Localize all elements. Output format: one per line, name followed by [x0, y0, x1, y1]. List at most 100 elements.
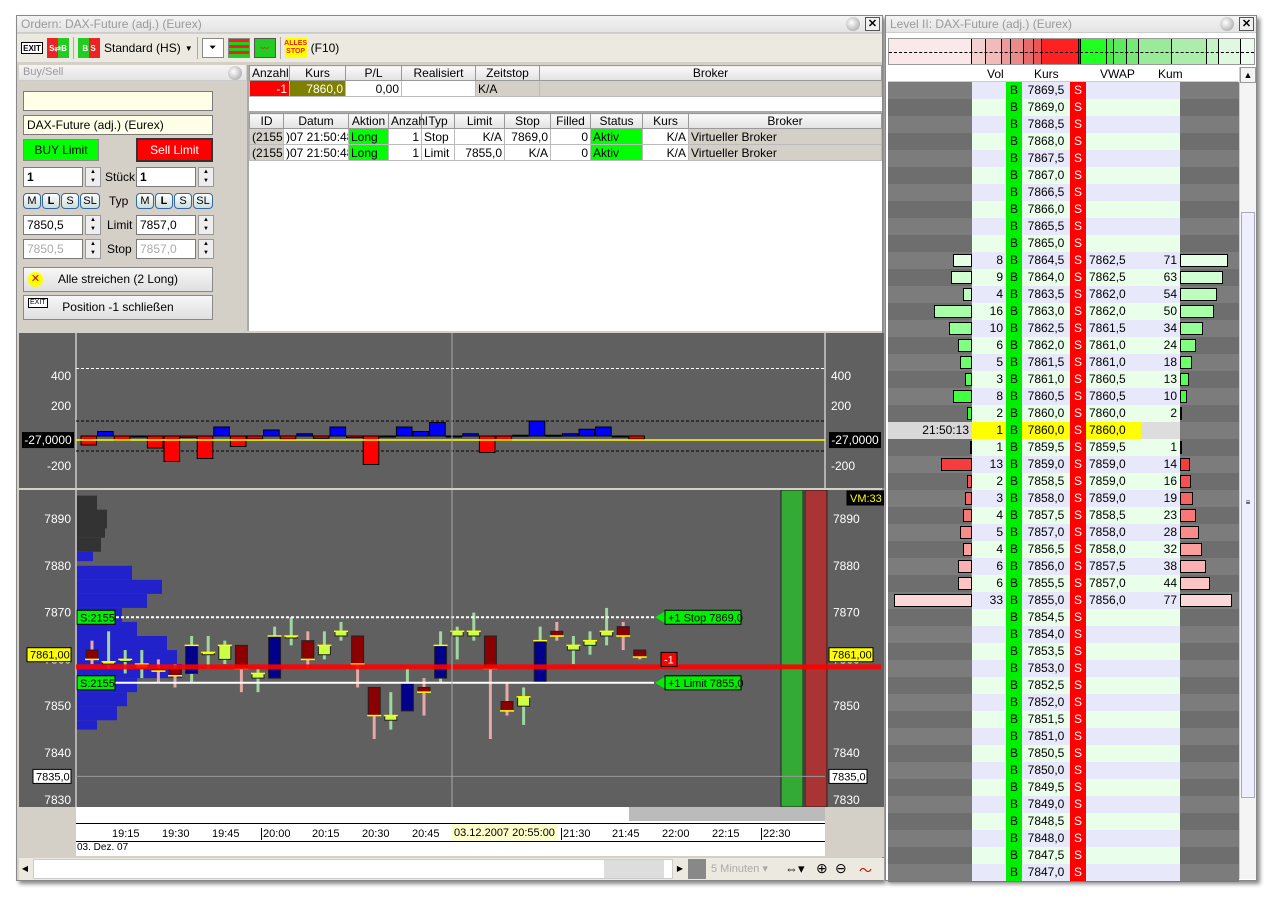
level2-row[interactable]: B 7867,5 S	[888, 150, 1239, 167]
sell-button[interactable]: S	[1070, 269, 1086, 286]
level2-row[interactable]: 21:50:13 1 B 7860,0 S 7860,0	[888, 422, 1239, 439]
sell-button[interactable]: S	[1070, 439, 1086, 456]
orders-col-id[interactable]: ID	[249, 113, 284, 129]
sell-button[interactable]: S	[1070, 830, 1086, 847]
buy-button[interactable]: B	[1006, 201, 1022, 218]
buy-button[interactable]: B	[1006, 116, 1022, 133]
sell-limit-stepper[interactable]: ▲ ▼	[198, 215, 214, 235]
sell-button[interactable]: S	[1070, 133, 1086, 150]
buy-button[interactable]: B	[1006, 337, 1022, 354]
buy-button[interactable]: B	[1006, 490, 1022, 507]
buy-button[interactable]: B	[1006, 592, 1022, 609]
sell-button[interactable]: S	[1070, 728, 1086, 745]
sell-button[interactable]: S	[1070, 167, 1086, 184]
close-button[interactable]: ✕	[1239, 17, 1254, 31]
swap-buy-sell-icon[interactable]: S⇄B	[47, 38, 69, 58]
sell-button[interactable]: S	[1070, 847, 1086, 864]
level2-row[interactable]: B 7868,5 S	[888, 116, 1239, 133]
orders-col-kurs[interactable]: Kurs	[642, 113, 689, 129]
order-row[interactable]: (2155))07 21:50:48 Long 1 Stop K/A 7869,0 0 Akt…	[249, 128, 882, 145]
buy-button[interactable]: B	[1006, 728, 1022, 745]
buy-quantity-input[interactable]: 1	[23, 167, 83, 187]
level2-row[interactable]: B 7853,5 S	[888, 643, 1239, 660]
col-vwap[interactable]: VWAP	[1100, 67, 1135, 81]
buy-type-m-button[interactable]: M	[23, 193, 41, 209]
sell-button[interactable]: S	[1070, 813, 1086, 830]
position-col-realisiert[interactable]: Realisiert	[401, 65, 476, 81]
buy-button[interactable]: B	[1006, 150, 1022, 167]
sell-button[interactable]: S	[1070, 694, 1086, 711]
level2-row[interactable]: 4 B 7856,5 S 7858,0 32	[888, 541, 1239, 558]
sell-button[interactable]: S	[1070, 371, 1086, 388]
sell-button[interactable]: S	[1070, 252, 1086, 269]
buy-button[interactable]: B	[1006, 660, 1022, 677]
alles-stop-icon[interactable]: ALLES STOP	[284, 38, 307, 58]
level2-row[interactable]: B 7851,5 S	[888, 711, 1239, 728]
sell-button[interactable]: S	[1070, 320, 1086, 337]
sell-button[interactable]: S	[1070, 82, 1086, 99]
buy-limit-button[interactable]: BUY Limit	[23, 139, 99, 161]
level2-row[interactable]: B 7865,0 S	[888, 235, 1239, 252]
pin-icon[interactable]	[1220, 17, 1234, 31]
sell-quantity-input[interactable]: 1	[136, 167, 196, 187]
overview-range[interactable]	[629, 807, 825, 821]
col-vol[interactable]: Vol	[987, 67, 1004, 81]
buy-button[interactable]: B	[1006, 677, 1022, 694]
buy-button[interactable]: B	[1006, 558, 1022, 575]
orders-col-aktion[interactable]: Aktion	[348, 113, 389, 129]
buy-button[interactable]: B	[1006, 286, 1022, 303]
sell-button[interactable]: S	[1070, 711, 1086, 728]
buy-button[interactable]: B	[1006, 762, 1022, 779]
buy-button[interactable]: B	[1006, 643, 1022, 660]
pin-icon[interactable]	[846, 17, 860, 31]
sell-limit-input[interactable]: 7857,0	[136, 215, 196, 235]
position-col-kurs[interactable]: Kurs	[289, 65, 346, 81]
sell-button[interactable]: S	[1070, 541, 1086, 558]
sell-type-m-button[interactable]: M	[136, 193, 154, 209]
buy-button[interactable]: B	[1006, 796, 1022, 813]
buy-button[interactable]: B	[1006, 626, 1022, 643]
buy-stop-stepper[interactable]: ▲ ▼	[85, 239, 101, 259]
sell-stop-stepper[interactable]: ▲ ▼	[198, 239, 214, 259]
sell-button[interactable]: S	[1070, 235, 1086, 252]
buy-button[interactable]: B	[1006, 524, 1022, 541]
buy-button[interactable]: B	[1006, 541, 1022, 558]
scroll-right-button[interactable]: ▶	[674, 859, 686, 879]
buy-button[interactable]: B	[1006, 371, 1022, 388]
account-field[interactable]	[23, 91, 213, 111]
buy-button[interactable]: B	[1006, 847, 1022, 864]
level2-row[interactable]: 13 B 7859,0 S 7859,0 14	[888, 456, 1239, 473]
buy-button[interactable]: B	[1006, 388, 1022, 405]
level2-row[interactable]: 4 B 7857,5 S 7858,5 23	[888, 507, 1239, 524]
level2-row[interactable]: B 7849,5 S	[888, 779, 1239, 796]
level2-row[interactable]: B 7847,0 S	[888, 864, 1239, 881]
level2-row[interactable]: B 7869,5 S	[888, 82, 1239, 99]
level2-row[interactable]: 6 B 7862,0 S 7861,0 24	[888, 337, 1239, 354]
level2-row[interactable]: B 7854,5 S	[888, 609, 1239, 626]
interval-select[interactable]: 5 Minuten ▾	[711, 862, 768, 875]
scroll-left-button[interactable]: ◀	[19, 859, 31, 879]
buy-type-s-button[interactable]: S	[61, 193, 79, 209]
level2-row[interactable]: 16 B 7863,0 S 7862,0 50	[888, 303, 1239, 320]
buy-button[interactable]: B	[1006, 252, 1022, 269]
horizontal-scrollbar[interactable]	[33, 859, 673, 879]
level2-row[interactable]: B 7866,0 S	[888, 201, 1239, 218]
orders-col-stop[interactable]: Stop	[504, 113, 551, 129]
sell-button[interactable]: S	[1070, 779, 1086, 796]
level2-row[interactable]: B 7852,0 S	[888, 694, 1239, 711]
sell-stop-input[interactable]: 7857,0	[136, 239, 196, 259]
position-col-zeitstop[interactable]: Zeitstop	[475, 65, 540, 81]
sell-button[interactable]: S	[1070, 405, 1086, 422]
sell-button[interactable]: S	[1070, 286, 1086, 303]
sell-button[interactable]: S	[1070, 575, 1086, 592]
sell-button[interactable]: S	[1070, 490, 1086, 507]
pin-icon[interactable]	[228, 66, 242, 80]
buy-button[interactable]: B	[1006, 82, 1022, 99]
level2-row[interactable]: B 7850,0 S	[888, 762, 1239, 779]
buy-button[interactable]: B	[1006, 269, 1022, 286]
position-col-pl[interactable]: P/L	[345, 65, 402, 81]
level2-row[interactable]: 5 B 7861,5 S 7861,0 18	[888, 354, 1239, 371]
level2-row[interactable]: 2 B 7860,0 S 7860,0 2	[888, 405, 1239, 422]
sell-button[interactable]: S	[1070, 643, 1086, 660]
sell-button[interactable]: S	[1070, 609, 1086, 626]
